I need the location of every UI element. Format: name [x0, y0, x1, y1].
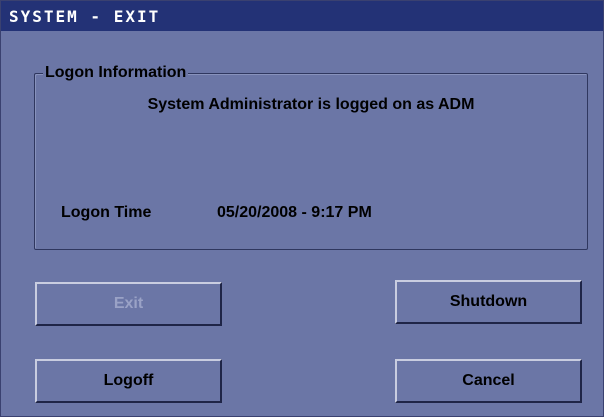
dialog-title: SYSTEM - EXIT — [9, 7, 161, 26]
logoff-button[interactable]: Logoff — [35, 359, 222, 403]
logon-time-value: 05/20/2008 - 9:17 PM — [217, 204, 372, 221]
shutdown-button[interactable]: Shutdown — [395, 280, 582, 324]
logon-information-group: Logon Information System Administrator i… — [34, 64, 588, 250]
group-legend: Logon Information — [43, 64, 189, 82]
system-exit-dialog: SYSTEM - EXIT Logon Information System A… — [0, 0, 604, 417]
title-bar: SYSTEM - EXIT — [1, 1, 603, 31]
cancel-button[interactable]: Cancel — [395, 359, 582, 403]
logon-time-label: Logon Time — [61, 204, 152, 221]
exit-button: Exit — [35, 282, 222, 326]
logged-on-message: System Administrator is logged on as ADM — [147, 96, 475, 113]
